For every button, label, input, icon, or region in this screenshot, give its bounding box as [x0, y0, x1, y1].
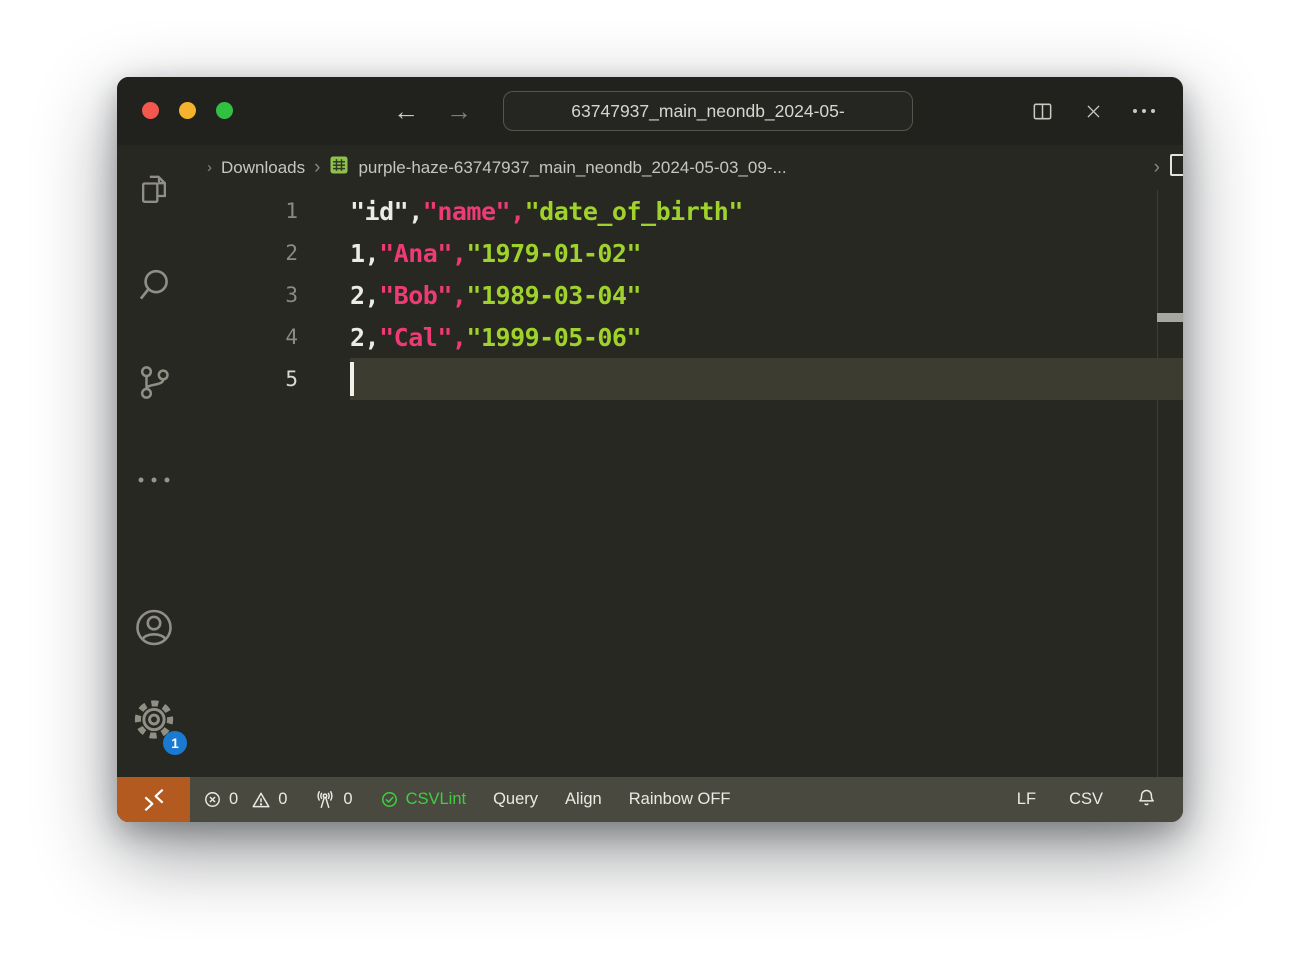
csv-token: "Ana", — [379, 239, 466, 268]
align-button[interactable]: Align — [565, 790, 602, 809]
line-number: 2 — [190, 241, 298, 265]
csv-file-icon — [329, 155, 349, 180]
command-center-title[interactable]: 63747937_main_neondb_2024-05- — [503, 91, 913, 131]
csv-token: 2, — [350, 323, 379, 352]
error-count: 0 — [229, 790, 238, 809]
check-circle-icon — [380, 790, 399, 809]
ports-count: 0 — [343, 790, 352, 809]
broadcast-tower-icon — [314, 789, 336, 811]
vscode-window: ← → 63747937_main_neondb_2024-05- — [117, 77, 1183, 822]
query-button[interactable]: Query — [493, 790, 538, 809]
remote-indicator[interactable] — [117, 777, 190, 822]
window-title-text: 63747937_main_neondb_2024-05- — [571, 101, 844, 122]
line-number: 1 — [190, 199, 298, 223]
line-number: 3 — [190, 283, 298, 307]
title-bar: ← → 63747937_main_neondb_2024-05- — [117, 77, 1183, 145]
csvlint-label: CSVLint — [406, 790, 467, 809]
csv-token: "Cal", — [379, 323, 466, 352]
breadcrumb: › Downloads › purple-haze-63747937_main_… — [190, 145, 1183, 190]
more-actions-icon[interactable] — [1133, 109, 1155, 113]
breadcrumb-item-filename[interactable]: purple-haze-63747937_main_neondb_2024-05… — [358, 158, 786, 178]
language-mode[interactable]: CSV — [1069, 790, 1103, 809]
warning-icon — [251, 790, 271, 810]
warning-count: 0 — [278, 790, 287, 809]
rainbow-toggle[interactable]: Rainbow OFF — [629, 790, 731, 809]
line-number: 4 — [190, 325, 298, 349]
eol-indicator[interactable]: LF — [1017, 790, 1036, 809]
ports-status[interactable]: 0 — [314, 789, 352, 811]
back-arrow-icon[interactable]: ← — [393, 96, 419, 127]
csv-token: "1999-05-06" — [466, 323, 641, 352]
status-bar: 0 0 0 — [117, 777, 1183, 822]
code-line[interactable]: 4 2,"Cal","1999-05-06" — [190, 316, 1183, 358]
code-line[interactable]: 3 2,"Bob","1989-03-04" — [190, 274, 1183, 316]
zoom-window-button[interactable] — [216, 102, 233, 119]
csv-token: "date_of_birth" — [525, 197, 743, 226]
explorer-icon[interactable] — [134, 168, 174, 215]
chevron-right-icon: › — [314, 158, 320, 177]
activity-bar: 1 — [117, 145, 190, 777]
code-line[interactable]: 1 "id","name","date_of_birth" — [190, 190, 1183, 232]
split-editor-icon[interactable] — [1031, 100, 1054, 123]
csv-token: "name", — [423, 197, 525, 226]
csv-token: "id", — [350, 197, 423, 226]
csv-token: "Bob", — [379, 281, 466, 310]
search-icon[interactable] — [133, 265, 175, 312]
breadcrumb-item-downloads[interactable]: Downloads — [221, 158, 305, 178]
close-window-button[interactable] — [142, 102, 159, 119]
line-number: 5 — [190, 367, 298, 391]
csv-token: "1989-03-04" — [466, 281, 641, 310]
account-icon[interactable] — [132, 606, 176, 655]
remote-icon — [141, 787, 167, 813]
error-icon — [203, 790, 222, 809]
minimize-window-button[interactable] — [179, 102, 196, 119]
text-cursor — [350, 362, 354, 396]
csvlint-status[interactable]: CSVLint — [380, 790, 467, 809]
csv-token: 1, — [350, 239, 379, 268]
breadcrumb-lead-chevron-icon: › — [207, 160, 212, 175]
csv-token: "1979-01-02" — [466, 239, 641, 268]
close-editor-icon[interactable] — [1084, 102, 1103, 121]
code-line-active[interactable]: 5 — [190, 358, 1183, 400]
forward-arrow-icon[interactable]: → — [446, 96, 472, 127]
chevron-right-icon: › — [1154, 158, 1160, 177]
notifications-bell-icon[interactable] — [1136, 787, 1157, 813]
additional-views-icon[interactable] — [138, 478, 169, 483]
code-line[interactable]: 2 1,"Ana","1979-01-02" — [190, 232, 1183, 274]
settings-badge: 1 — [163, 731, 187, 755]
csv-token: 2, — [350, 281, 379, 310]
source-control-icon[interactable] — [134, 361, 174, 410]
traffic-lights — [142, 102, 233, 119]
editor[interactable]: 1 "id","name","date_of_birth" 2 1,"Ana",… — [190, 190, 1183, 777]
symbol-icon[interactable] — [1169, 153, 1183, 182]
problems-status[interactable]: 0 0 — [203, 790, 287, 810]
